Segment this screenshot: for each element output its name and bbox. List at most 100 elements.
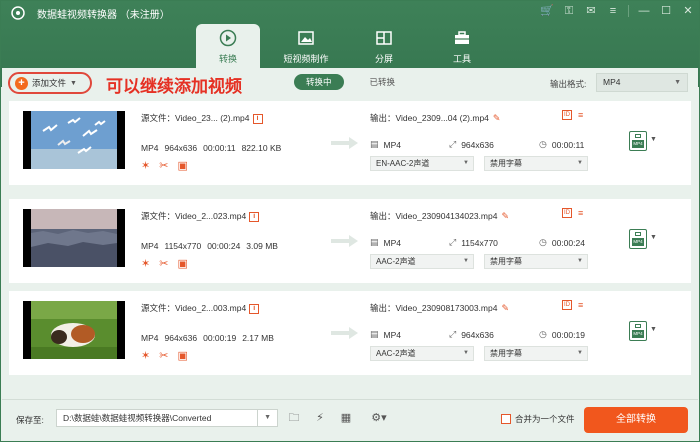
compress-icon[interactable]: ≡ bbox=[578, 110, 583, 120]
footer-tools: 🗀 ⚡ ▦ ⚙▾ bbox=[286, 410, 394, 426]
save-to-label: 保存至: bbox=[16, 415, 44, 425]
city-thumbnail-image bbox=[23, 209, 125, 267]
plus-icon: + bbox=[15, 76, 28, 90]
rename-pen-icon[interactable]: ✎ bbox=[501, 211, 509, 221]
source-meta: MP4 964x636 00:00:19 2.17 MB bbox=[141, 333, 274, 343]
rename-pen-icon[interactable]: ✎ bbox=[501, 303, 509, 313]
arrow-right-icon bbox=[331, 235, 358, 247]
enhance-icon[interactable]: ✶ bbox=[141, 161, 150, 172]
output-file-name: 输出：Video_2309...04 (2).mp4 ✎ bbox=[370, 113, 501, 123]
mp4-format-icon[interactable]: MP4 bbox=[629, 229, 647, 249]
mode-converting-tab[interactable]: 转换中 bbox=[294, 74, 344, 90]
convert-all-button[interactable]: 全部转换 bbox=[584, 407, 688, 433]
compress-icon[interactable]: ≡ bbox=[578, 208, 583, 218]
film-icon: ▤ bbox=[370, 237, 379, 247]
info-icon[interactable]: i bbox=[249, 303, 260, 314]
add-file-button[interactable]: + 添加文件 ▼ bbox=[8, 72, 92, 94]
resize-icon: ⤢ bbox=[449, 237, 457, 247]
compress-icon[interactable]: ≡ bbox=[578, 300, 583, 310]
enhance-icon[interactable]: ✶ bbox=[141, 259, 150, 270]
out-format: ▤ MP4 bbox=[370, 139, 401, 150]
merge-checkbox[interactable] bbox=[501, 414, 511, 424]
video-thumbnail[interactable] bbox=[23, 301, 125, 359]
audio-track-select[interactable]: AAC-2声道 ▼ bbox=[370, 254, 474, 269]
tab-tools[interactable]: 工具 bbox=[430, 24, 494, 68]
output-file-name: 输出：Video_230908173003.mp4 ✎ bbox=[370, 303, 509, 313]
chevron-down-icon[interactable]: ▼ bbox=[650, 234, 657, 241]
merge-option[interactable]: 合并为一个文件 bbox=[501, 413, 575, 425]
video-thumbnail[interactable] bbox=[23, 209, 125, 267]
cut-icon[interactable]: ✂ bbox=[159, 351, 168, 362]
edit-icon[interactable]: ▣ bbox=[177, 259, 187, 270]
out-format: ▤ MP4 bbox=[370, 329, 401, 340]
subtitle-select[interactable]: 禁用字幕 ▼ bbox=[484, 156, 588, 171]
rename-pen-icon[interactable]: ✎ bbox=[493, 113, 501, 123]
mode-toggle: 转换中 已转换 bbox=[294, 74, 407, 90]
settings-gear-icon[interactable]: ⚙▾ bbox=[364, 410, 394, 426]
save-path-select[interactable]: D:\数据蛙\数据蛙视频转换器\Converted ▼ bbox=[56, 409, 278, 427]
edit-tools: ✶ ✂ ▣ bbox=[141, 259, 188, 270]
cart-icon[interactable]: 🛒 bbox=[540, 4, 554, 18]
out-format: ▤ MP4 bbox=[370, 237, 401, 248]
short-video-icon bbox=[298, 31, 314, 45]
output-actions: ID ≡ bbox=[562, 300, 583, 310]
edit-icon[interactable]: ▣ bbox=[177, 161, 187, 172]
footer-bar: 保存至: D:\数据蛙\数据蛙视频转换器\Converted ▼ 🗀 ⚡ ▦ ⚙… bbox=[2, 399, 698, 441]
app-title: 数据蛙视频转换器 （未注册） bbox=[37, 10, 170, 21]
subtitle-select[interactable]: 禁用字幕 ▼ bbox=[484, 254, 588, 269]
chevron-down-icon: ▼ bbox=[463, 160, 469, 166]
output-format-select[interactable]: MP4 ▼ bbox=[596, 73, 688, 92]
audio-track-select[interactable]: AAC-2声道 ▼ bbox=[370, 346, 474, 361]
audio-track-select[interactable]: EN-AAC-2声道 ▼ bbox=[370, 156, 474, 171]
chevron-down-icon: ▼ bbox=[674, 79, 681, 86]
split-screen-icon bbox=[376, 31, 392, 45]
chevron-down-icon: ▼ bbox=[577, 258, 583, 264]
arrow-right-icon bbox=[331, 137, 358, 149]
clock-icon: ◷ bbox=[539, 329, 547, 339]
hardware-accel-off-icon[interactable]: ⚡ bbox=[312, 410, 328, 426]
maximize-icon[interactable]: ☐ bbox=[659, 4, 673, 18]
mp4-format-icon[interactable]: MP4 bbox=[629, 131, 647, 151]
close-icon[interactable]: ✕ bbox=[681, 4, 695, 18]
info-icon[interactable]: i bbox=[249, 211, 260, 222]
clock-icon: ◷ bbox=[539, 139, 547, 149]
subtitle-track-icon[interactable]: ID bbox=[562, 110, 572, 120]
add-file-label: 添加文件 bbox=[32, 78, 67, 88]
annotation-text: 可以继续添加视频 bbox=[106, 77, 242, 96]
mp4-format-icon[interactable]: MP4 bbox=[629, 321, 647, 341]
output-actions: ID ≡ bbox=[562, 110, 583, 120]
subtitle-track-icon[interactable]: ID bbox=[562, 300, 572, 310]
gpu-off-icon[interactable]: ▦ bbox=[338, 410, 354, 426]
video-thumbnail[interactable] bbox=[23, 111, 125, 169]
menu-icon[interactable]: ≡ bbox=[606, 4, 620, 18]
mode-converted-tab[interactable]: 已转换 bbox=[358, 74, 408, 90]
cut-icon[interactable]: ✂ bbox=[159, 259, 168, 270]
chevron-down-icon: ▼ bbox=[257, 410, 271, 426]
folder-icon[interactable]: 🗀 bbox=[286, 410, 302, 426]
chevron-down-icon[interactable]: ▼ bbox=[70, 80, 77, 87]
chevron-down-icon[interactable]: ▼ bbox=[650, 326, 657, 333]
film-icon: ▤ bbox=[370, 329, 379, 339]
enhance-icon[interactable]: ✶ bbox=[141, 351, 150, 362]
info-icon[interactable]: i bbox=[252, 113, 263, 124]
cut-icon[interactable]: ✂ bbox=[159, 161, 168, 172]
subtitle-track-icon[interactable]: ID bbox=[562, 208, 572, 218]
output-format-value: MP4 bbox=[603, 77, 621, 87]
tab-convert[interactable]: 转换 bbox=[196, 24, 260, 68]
key-icon[interactable]: ⚿ bbox=[562, 4, 576, 18]
out-duration: ◷ 00:00:11 bbox=[539, 139, 585, 150]
tab-label: 转换 bbox=[218, 54, 237, 64]
minimize-icon[interactable]: — bbox=[637, 4, 651, 18]
chat-icon[interactable]: ✉ bbox=[584, 4, 598, 18]
edit-icon[interactable]: ▣ bbox=[177, 351, 187, 362]
chevron-down-icon: ▼ bbox=[463, 350, 469, 356]
source-meta: MP4 964x636 00:00:11 822.10 KB bbox=[141, 143, 282, 153]
chevron-down-icon[interactable]: ▼ bbox=[650, 136, 657, 143]
edit-tools: ✶ ✂ ▣ bbox=[141, 351, 188, 362]
file-list: 源文件：Video_23... (2).mp4 i MP4 964x636 00:… bbox=[9, 101, 691, 383]
chevron-down-icon: ▼ bbox=[463, 258, 469, 264]
subtitle-select[interactable]: 禁用字幕 ▼ bbox=[484, 346, 588, 361]
tab-short-video[interactable]: 短视频制作 bbox=[274, 24, 338, 68]
main-tabs: 转换 短视频制作 分屏 工具 bbox=[196, 24, 508, 68]
tab-split-screen[interactable]: 分屏 bbox=[352, 24, 416, 68]
